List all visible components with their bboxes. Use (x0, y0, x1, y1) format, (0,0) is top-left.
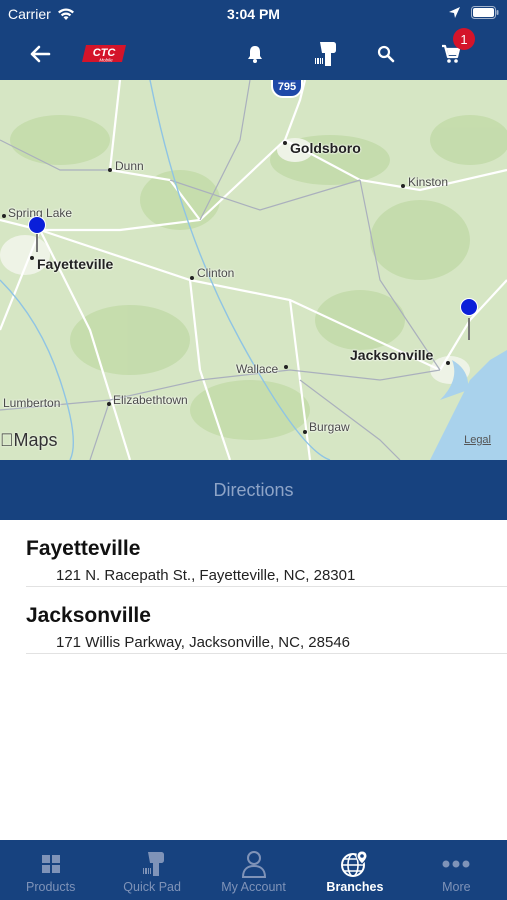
notifications-button[interactable] (237, 36, 273, 72)
city-dot (401, 184, 405, 188)
city-dot (190, 276, 194, 280)
city-label: Dunn (115, 159, 144, 173)
battery-icon (471, 6, 499, 19)
tab-label: My Account (221, 880, 286, 894)
city-label: Wallace (236, 362, 279, 376)
scanner-button[interactable] (306, 36, 342, 72)
city-dot (2, 214, 6, 218)
ctc-logo[interactable]: CTC Mobile (80, 36, 128, 72)
branch-row[interactable]: Jacksonville 171 Willis Parkway, Jackson… (26, 587, 507, 654)
tab-label: Quick Pad (123, 880, 181, 894)
tab-branches[interactable]: Branches (304, 840, 405, 900)
pin-stem (36, 230, 38, 252)
clock: 3:04 PM (227, 6, 280, 22)
scanner-icon (143, 852, 165, 876)
branch-pin-fayetteville[interactable] (29, 217, 45, 233)
branch-address: 171 Willis Parkway, Jacksonville, NC, 28… (56, 634, 351, 651)
city-dot (108, 168, 112, 172)
city-dot (446, 361, 450, 365)
apple-icon:  (0, 430, 14, 450)
branch-name: Jacksonville (26, 604, 151, 627)
city-dot (283, 141, 287, 145)
interstate-shield: 795 (271, 80, 303, 98)
branch-map[interactable]: 795 Goldsboro Dunn Kinston Spring Lake F… (0, 80, 507, 460)
apple-maps-logo: Maps (0, 430, 58, 451)
tab-quick-pad[interactable]: Quick Pad (101, 840, 202, 900)
city-dot (284, 365, 288, 369)
cart-button[interactable]: 1 (433, 28, 475, 72)
city-label: Lumberton (3, 396, 61, 410)
location-arrow-icon (449, 7, 460, 18)
barcode-scanner-icon (315, 42, 336, 66)
city-dot (107, 402, 111, 406)
tab-more[interactable]: More (406, 840, 507, 900)
city-label: Fayetteville (37, 256, 114, 272)
directions-button[interactable]: Directions (0, 460, 507, 520)
back-arrow-icon (30, 45, 51, 63)
back-button[interactable] (22, 36, 58, 72)
tab-label: Products (26, 880, 76, 894)
bell-icon (248, 46, 262, 63)
tab-label: More (442, 880, 471, 894)
tab-products[interactable]: Products (0, 840, 101, 900)
search-button[interactable] (368, 36, 404, 72)
legal-link[interactable]: Legal (464, 434, 491, 446)
tab-label: Branches (326, 880, 384, 894)
city-label: Goldsboro (290, 140, 361, 156)
cart-badge: 1 (453, 28, 475, 50)
branch-pin-jacksonville[interactable] (461, 299, 477, 315)
pin-stem (468, 318, 470, 340)
tab-my-account[interactable]: My Account (203, 840, 304, 900)
city-label: Jacksonville (350, 347, 434, 363)
logo-sub: Mobile (99, 58, 113, 63)
search-icon (377, 45, 395, 63)
city-label: Burgaw (309, 420, 350, 434)
maps-logo-text: Maps (0, 430, 58, 450)
person-icon (241, 851, 266, 878)
branch-row[interactable]: Fayetteville 121 N. Racepath St., Fayett… (26, 520, 507, 587)
city-label: Clinton (197, 266, 235, 280)
status-bar: Carrier 3:04 PM (0, 0, 507, 28)
branch-name: Fayetteville (26, 537, 141, 560)
grid-icon (41, 855, 60, 873)
globe-pin-icon (340, 850, 368, 877)
city-dot (303, 430, 307, 434)
tab-bar: Products Quick Pad My Account Branches M… (0, 840, 507, 900)
city-label: Elizabethtown (113, 393, 188, 407)
status-indicators (448, 6, 499, 19)
branch-list: Fayetteville 121 N. Racepath St., Fayett… (26, 520, 507, 654)
ctc-logo-mark: CTC Mobile (82, 45, 126, 63)
city-dot (30, 256, 34, 260)
more-icon (442, 860, 470, 868)
branch-address: 121 N. Racepath St., Fayetteville, NC, 2… (56, 567, 356, 584)
nav-bar: CTC Mobile 1 (0, 28, 507, 80)
city-label: Kinston (408, 175, 449, 189)
